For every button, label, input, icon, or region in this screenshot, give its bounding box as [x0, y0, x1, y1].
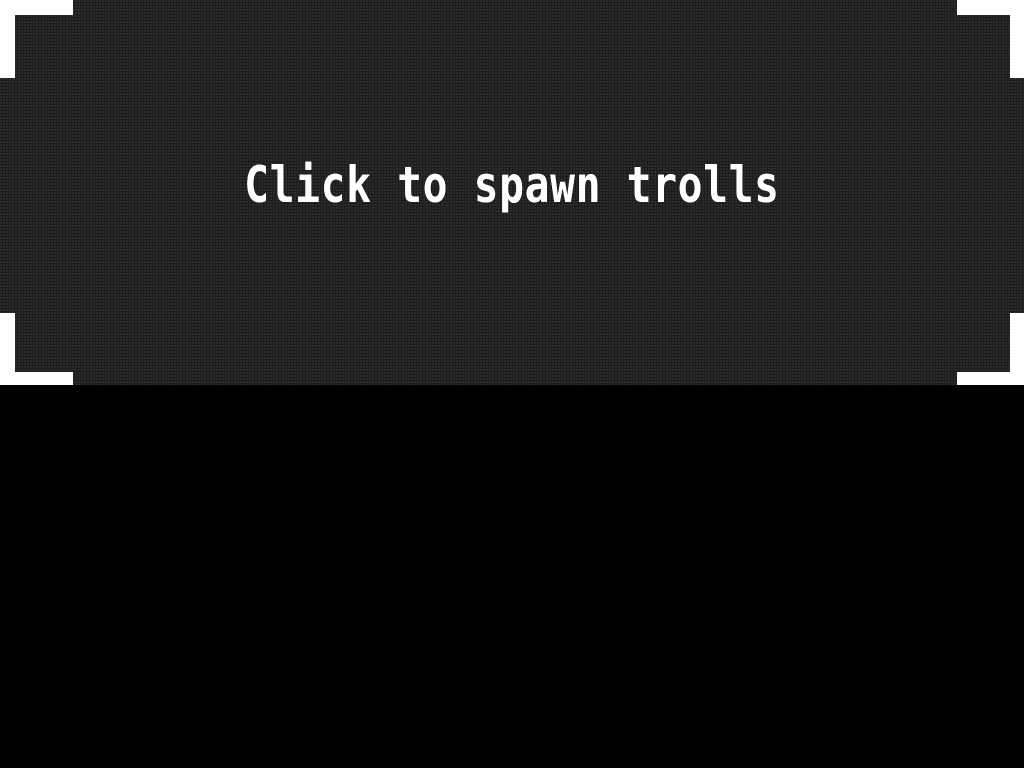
empty-lower-area [0, 385, 1024, 768]
spawn-prompt-text: Click to spawn trolls [244, 156, 780, 214]
corner-bracket-top-right-vertical [1010, 0, 1024, 78]
corner-bracket-top-right [957, 0, 1024, 78]
corner-bracket-bottom-left-vertical [0, 313, 15, 385]
spawn-area[interactable]: Click to spawn trolls [0, 0, 1024, 385]
game-screen: Click to spawn trolls [0, 0, 1024, 768]
corner-bracket-top-left-vertical [0, 0, 15, 78]
corner-bracket-bottom-left [0, 313, 73, 385]
corner-bracket-bottom-right [957, 313, 1024, 385]
corner-bracket-top-left [0, 0, 73, 78]
corner-bracket-bottom-right-vertical [1010, 313, 1024, 385]
